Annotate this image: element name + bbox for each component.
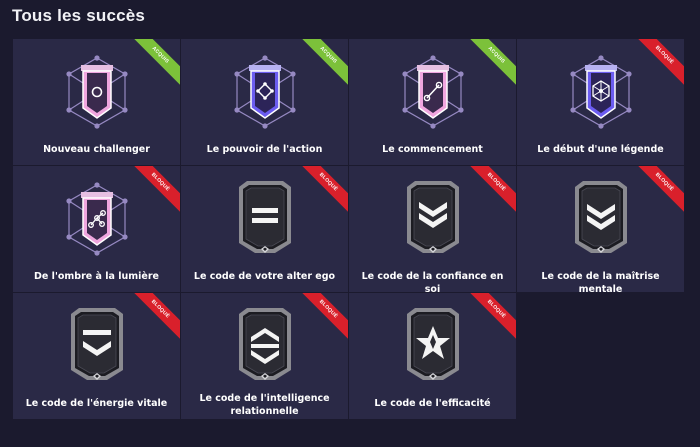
- achievement-card[interactable]: Bloqué De l'ombre à la lumière: [13, 166, 180, 292]
- achievement-name: Nouveau challenger: [43, 144, 150, 155]
- achievement-card[interactable]: Acquis Nouveau challenger: [13, 39, 180, 165]
- achievement-card[interactable]: Bloqué Le code de l'intelligence relatio…: [181, 293, 348, 419]
- shield-chevron-icon: [517, 174, 684, 264]
- achievement-card[interactable]: Bloqué Le code de l'énergie vitale: [13, 293, 180, 419]
- shield-bars-icon: [181, 174, 348, 264]
- shield-double-chevron-icon: [349, 174, 516, 264]
- achievement-name: Le code de l'énergie vitale: [25, 398, 168, 409]
- achievement-card[interactable]: Acquis Le pouvoir de l'action: [181, 39, 348, 165]
- achievement-card[interactable]: Bloqué Le code de l'efficacité: [349, 293, 516, 419]
- achievement-name: De l'ombre à la lumière: [34, 271, 159, 282]
- banner-diamond-icon: [181, 47, 348, 137]
- achievement-name: Le code de la maîtrise mentale: [541, 271, 660, 292]
- achievement-card[interactable]: Bloqué Le code de votre alter ego: [181, 166, 348, 292]
- shield-hex-icon: [181, 301, 348, 391]
- achievement-name: Le début d'une légende: [537, 144, 664, 155]
- achievements-grid: Acquis Nouveau challenger Acquis: [13, 39, 685, 419]
- achievement-name: Le code de votre alter ego: [193, 271, 336, 282]
- achievement-name: Le code de la confiance en soi: [361, 271, 504, 292]
- achievement-name: Le code de l'efficacité: [374, 398, 491, 409]
- shield-star-icon: [349, 301, 516, 391]
- banner-hexnet-icon: [517, 47, 684, 137]
- achievement-card[interactable]: Acquis Le commencement: [349, 39, 516, 165]
- achievement-card[interactable]: Bloqué Le début d'une légende: [517, 39, 684, 165]
- page-title: Tous les succès: [12, 6, 146, 25]
- shield-bar-chevron-icon: [13, 301, 180, 391]
- banner-line-icon: [349, 47, 516, 137]
- achievement-card[interactable]: Bloqué Le code de la maîtrise mentale: [517, 166, 684, 292]
- achievement-name: Le pouvoir de l'action: [206, 144, 323, 155]
- banner-nodes-icon: [13, 174, 180, 264]
- achievement-card[interactable]: Bloqué Le code de la confiance en soi: [349, 166, 516, 292]
- achievement-name: Le code de l'intelligence relationnelle: [199, 393, 330, 417]
- achievement-name: Le commencement: [382, 144, 483, 155]
- banner-circle-icon: [13, 47, 180, 137]
